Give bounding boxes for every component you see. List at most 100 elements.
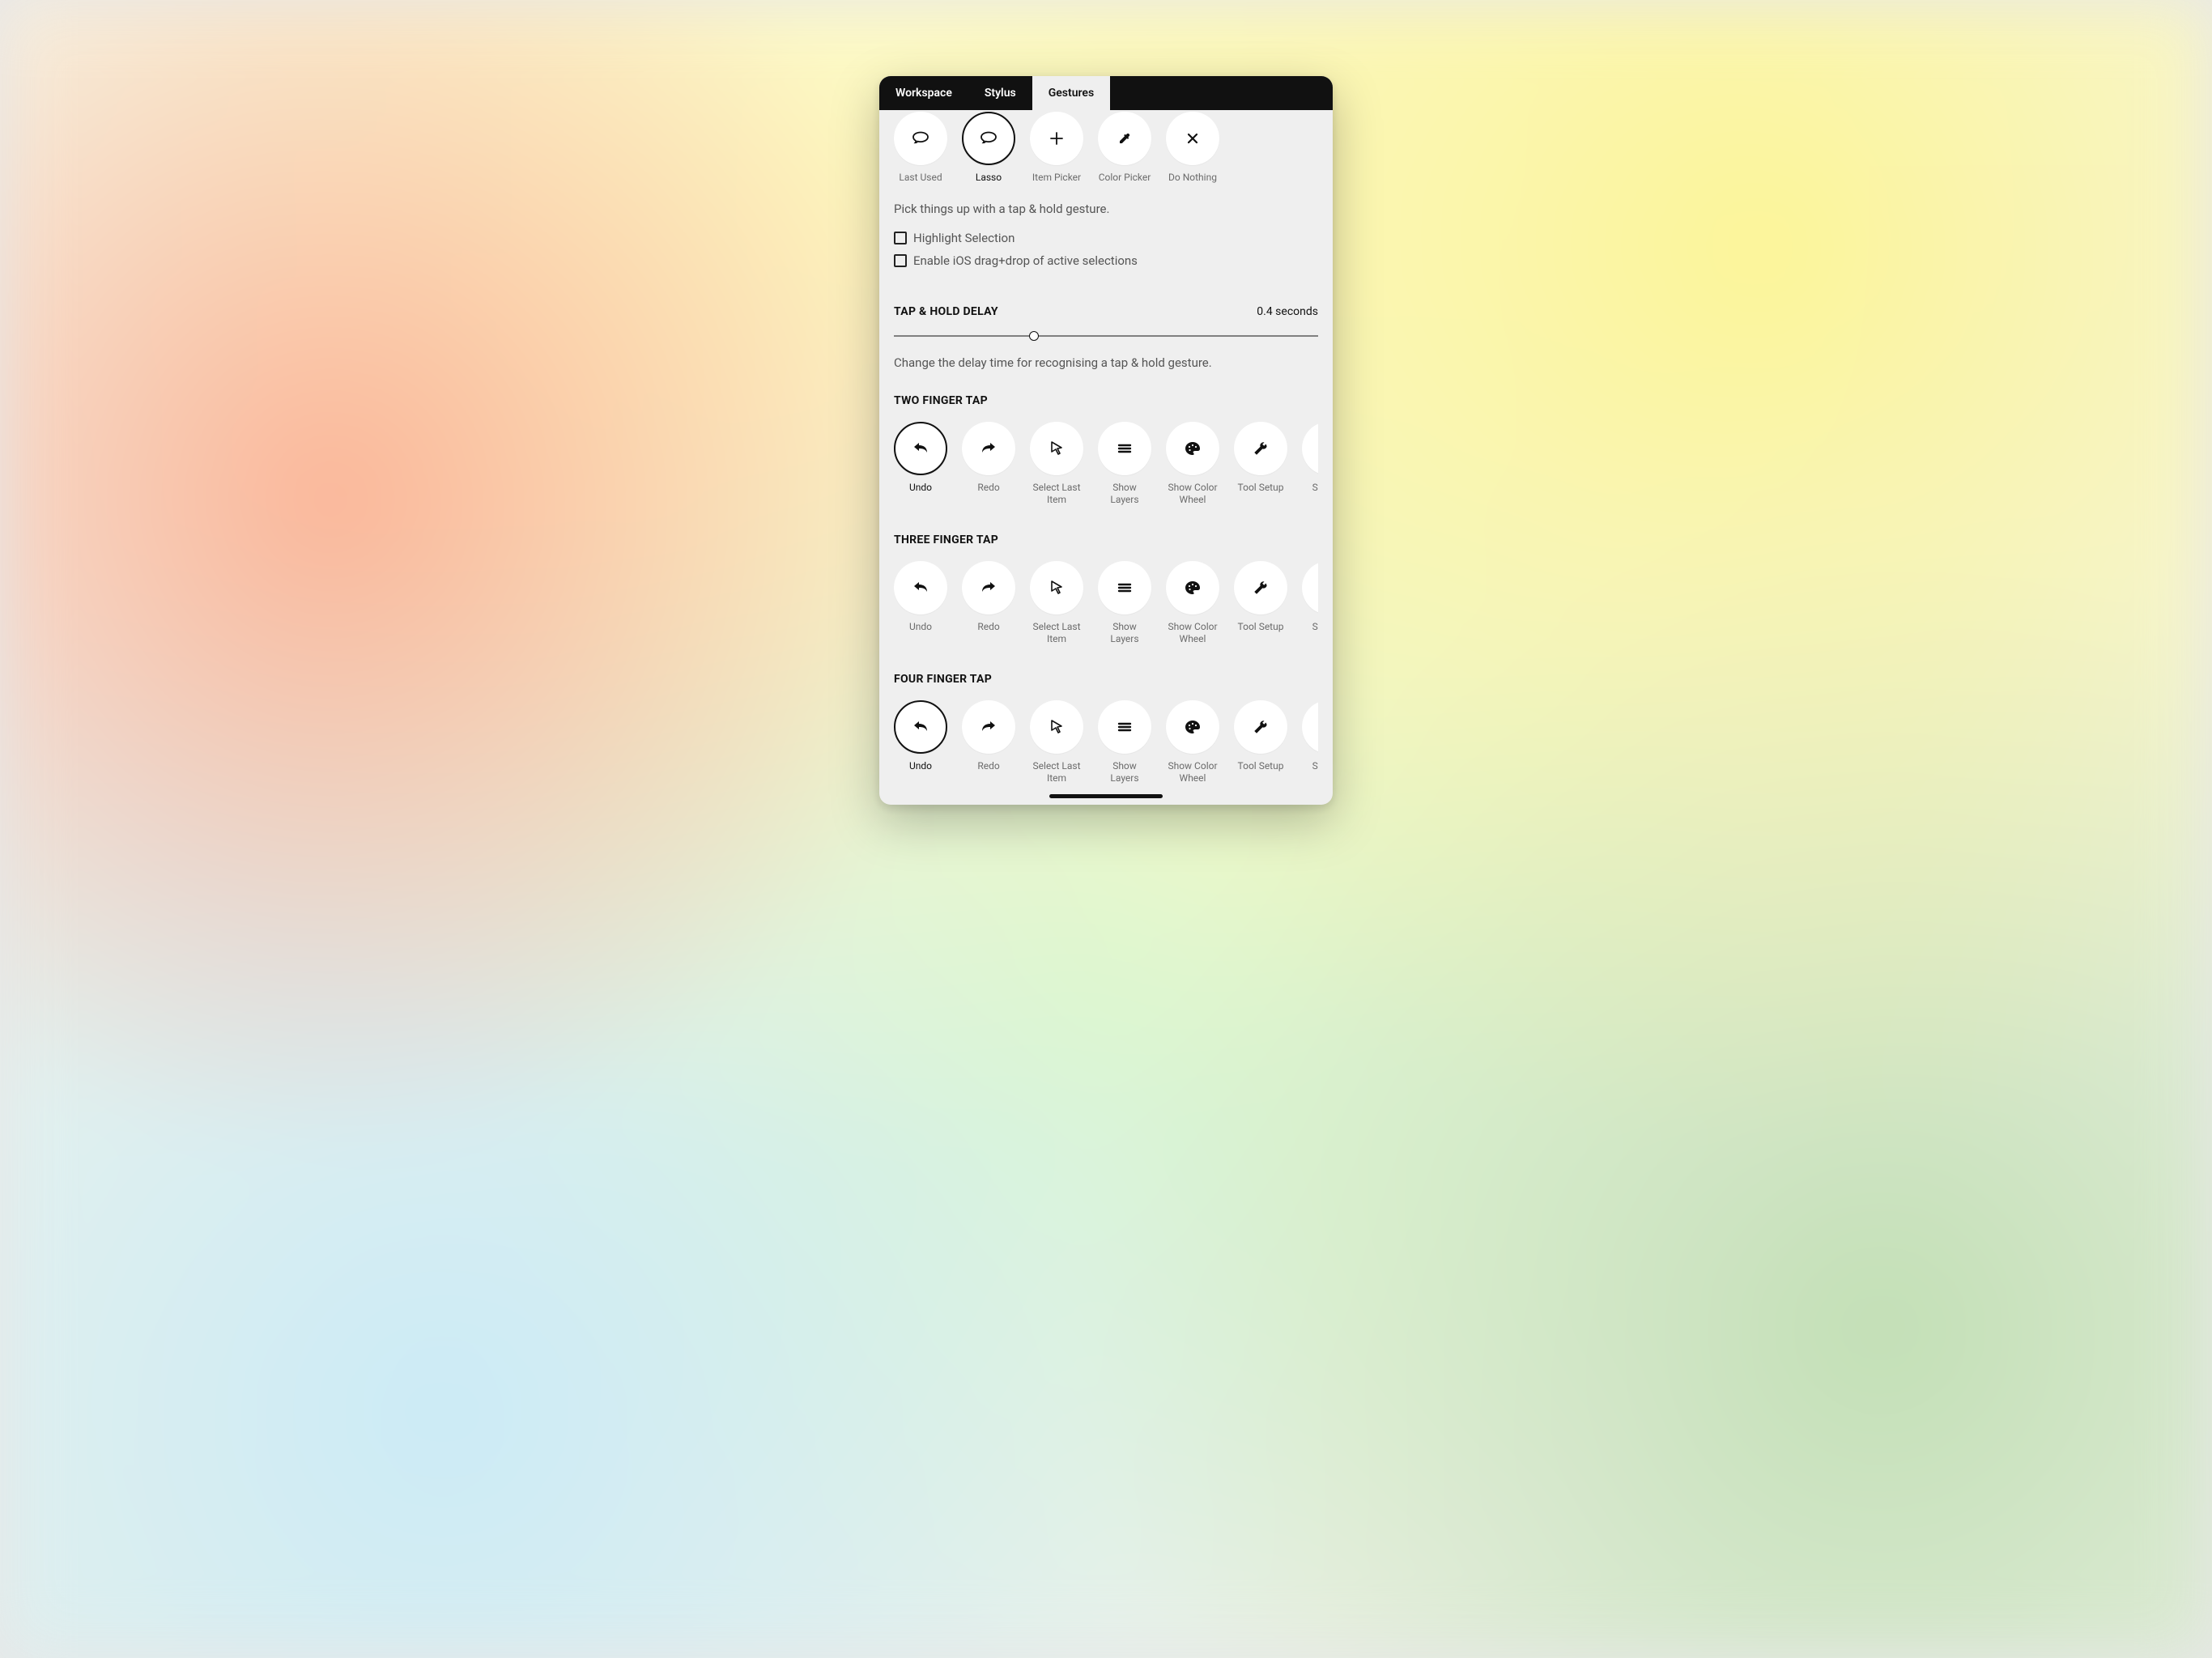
four-finger-title: FOUR FINGER TAP [894, 673, 1318, 686]
download-icon [1302, 422, 1318, 475]
tab-gestures[interactable]: Gestures [1032, 76, 1110, 110]
lasso-icon [962, 112, 1015, 165]
checkbox-drag-drop[interactable]: Enable iOS drag+drop of active selection… [894, 253, 1318, 268]
tab-workspace[interactable]: Workspace [879, 76, 968, 110]
option-label: Color Picker [1099, 172, 1151, 184]
option-label: Show Layers [1098, 482, 1151, 506]
wrench-icon [1234, 561, 1287, 614]
option-tool-setup[interactable]: Tool Setup [1234, 422, 1287, 506]
option-show-color-wheel[interactable]: Show Color Wheel [1166, 700, 1219, 784]
undo-icon [894, 561, 947, 614]
option-redo[interactable]: Redo [962, 422, 1015, 506]
four-finger-options[interactable]: Undo Redo Select Last Item Show Layers [894, 699, 1318, 784]
delay-slider[interactable] [894, 328, 1318, 344]
option-label: Lasso [976, 172, 1002, 184]
option-redo[interactable]: Redo [962, 700, 1015, 784]
option-show-overflow[interactable]: Show O [1302, 700, 1318, 784]
checkbox-label: Highlight Selection [913, 231, 1015, 245]
option-redo[interactable]: Redo [962, 561, 1015, 645]
option-tool-setup[interactable]: Tool Setup [1234, 700, 1287, 784]
home-indicator[interactable] [1049, 794, 1163, 798]
delay-value: 0.4 seconds [1257, 305, 1318, 318]
download-icon [1302, 561, 1318, 614]
option-label: Select Last Item [1030, 760, 1083, 784]
option-show-color-wheel[interactable]: Show Color Wheel [1166, 561, 1219, 645]
option-label: Select Last Item [1030, 482, 1083, 506]
option-undo[interactable]: Undo [894, 700, 947, 784]
section-title: TAP & HOLD DELAY [894, 305, 998, 318]
option-item-picker[interactable]: Item Picker [1030, 112, 1083, 184]
download-icon [1302, 700, 1318, 754]
option-label: Show Layers [1098, 621, 1151, 645]
option-label: Show Color Wheel [1166, 760, 1219, 784]
option-label: Show O [1312, 482, 1318, 494]
option-label: Redo [977, 621, 999, 633]
option-undo[interactable]: Undo [894, 422, 947, 506]
cursor-icon [1030, 700, 1083, 754]
option-label: Undo [909, 621, 932, 633]
option-label: Undo [909, 482, 932, 494]
panel-content: Last Used Lasso Item Picker Color Picker [879, 110, 1333, 805]
option-do-nothing[interactable]: Do Nothing [1166, 112, 1219, 184]
option-label: Item Picker [1032, 172, 1081, 184]
redo-icon [962, 561, 1015, 614]
palette-icon [1166, 700, 1219, 754]
lasso-icon [894, 112, 947, 165]
option-show-overflow[interactable]: Show O [1302, 561, 1318, 645]
tap-hold-description: Pick things up with a tap & hold gesture… [894, 202, 1318, 216]
option-show-color-wheel[interactable]: Show Color Wheel [1166, 422, 1219, 506]
option-label: Tool Setup [1238, 482, 1284, 494]
checkbox-highlight-selection[interactable]: Highlight Selection [894, 231, 1318, 245]
option-last-used[interactable]: Last Used [894, 112, 947, 184]
three-finger-options[interactable]: Undo Redo Select Last Item Show Layers [894, 559, 1318, 645]
undo-icon [894, 700, 947, 754]
close-icon [1166, 112, 1219, 165]
redo-icon [962, 700, 1015, 754]
option-show-layers[interactable]: Show Layers [1098, 700, 1151, 784]
three-finger-title: THREE FINGER TAP [894, 534, 1318, 546]
option-label: Show Color Wheel [1166, 621, 1219, 645]
tab-stylus[interactable]: Stylus [968, 76, 1032, 110]
wrench-icon [1234, 422, 1287, 475]
option-show-overflow[interactable]: Show O [1302, 422, 1318, 506]
delay-description: Change the delay time for recognising a … [894, 355, 1318, 370]
option-undo[interactable]: Undo [894, 561, 947, 645]
checkbox-label: Enable iOS drag+drop of active selection… [913, 253, 1138, 268]
slider-knob[interactable] [1029, 331, 1039, 341]
option-select-last-item[interactable]: Select Last Item [1030, 422, 1083, 506]
option-tool-setup[interactable]: Tool Setup [1234, 561, 1287, 645]
option-show-layers[interactable]: Show Layers [1098, 561, 1151, 645]
option-select-last-item[interactable]: Select Last Item [1030, 700, 1083, 784]
option-label: Redo [977, 760, 999, 772]
option-label: Show O [1312, 760, 1318, 772]
two-finger-options[interactable]: Undo Redo Select Last Item Show Layers [894, 420, 1318, 506]
option-color-picker[interactable]: Color Picker [1098, 112, 1151, 184]
option-show-layers[interactable]: Show Layers [1098, 422, 1151, 506]
wrench-icon [1234, 700, 1287, 754]
option-label: Show O [1312, 621, 1318, 633]
delay-header: TAP & HOLD DELAY 0.4 seconds [894, 305, 1318, 318]
option-lasso[interactable]: Lasso [962, 112, 1015, 184]
redo-icon [962, 422, 1015, 475]
tap-hold-options: Last Used Lasso Item Picker Color Picker [894, 110, 1318, 184]
option-label: Redo [977, 482, 999, 494]
settings-panel: Workspace Stylus Gestures Last Used Lass… [879, 76, 1333, 805]
option-label: Select Last Item [1030, 621, 1083, 645]
two-finger-title: TWO FINGER TAP [894, 394, 1318, 407]
option-select-last-item[interactable]: Select Last Item [1030, 561, 1083, 645]
layers-icon [1098, 700, 1151, 754]
palette-icon [1166, 422, 1219, 475]
checkbox-icon [894, 254, 907, 267]
tab-bar: Workspace Stylus Gestures [879, 76, 1333, 110]
slider-track [894, 336, 1318, 337]
cursor-icon [1030, 561, 1083, 614]
option-label: Show Color Wheel [1166, 482, 1219, 506]
option-label: Tool Setup [1238, 760, 1284, 772]
checkbox-icon [894, 232, 907, 244]
option-label: Undo [909, 760, 932, 772]
plus-icon [1030, 112, 1083, 165]
cursor-icon [1030, 422, 1083, 475]
eyedropper-icon [1098, 112, 1151, 165]
layers-icon [1098, 561, 1151, 614]
option-label: Show Layers [1098, 760, 1151, 784]
